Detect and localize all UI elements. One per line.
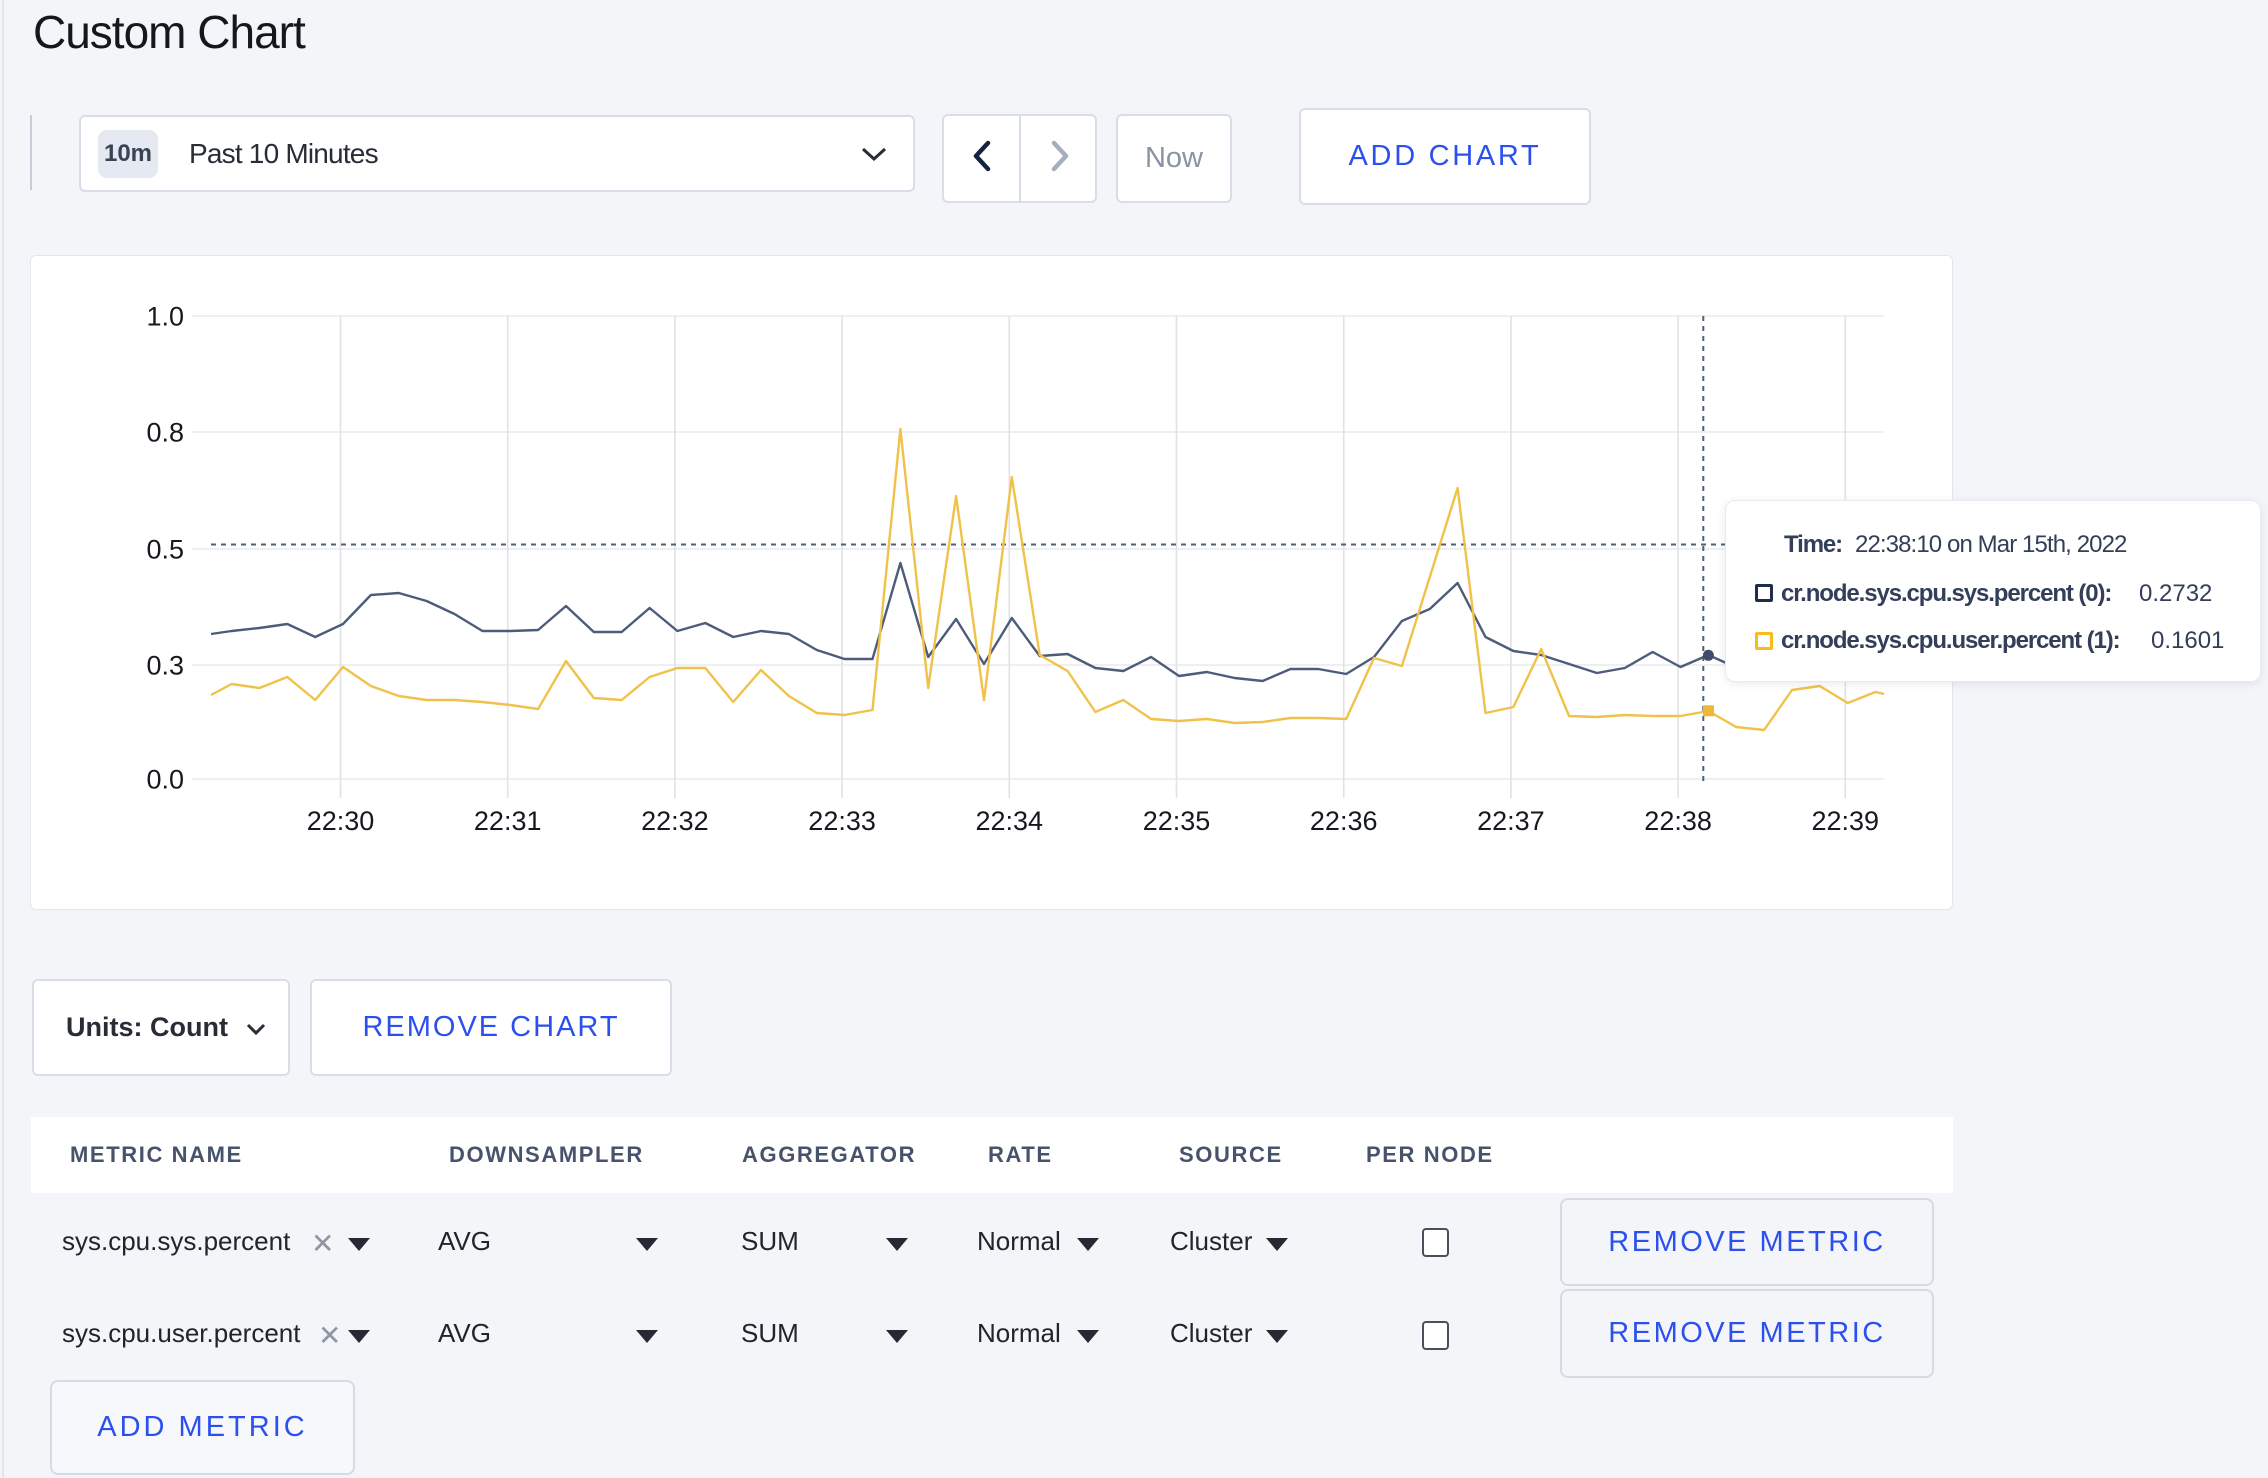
svg-text:0.5: 0.5: [146, 535, 184, 565]
svg-text:0.0: 0.0: [146, 765, 184, 795]
svg-text:22:35: 22:35: [1143, 806, 1211, 836]
svg-text:22:38: 22:38: [1644, 806, 1712, 836]
svg-text:22:36: 22:36: [1310, 806, 1378, 836]
svg-text:22:34: 22:34: [976, 806, 1044, 836]
svg-text:22:33: 22:33: [808, 806, 876, 836]
svg-text:1.0: 1.0: [146, 302, 184, 332]
svg-text:0.3: 0.3: [146, 651, 184, 681]
svg-text:22:39: 22:39: [1812, 806, 1880, 836]
svg-text:22:37: 22:37: [1477, 806, 1545, 836]
svg-text:22:30: 22:30: [307, 806, 375, 836]
svg-text:22:31: 22:31: [474, 806, 542, 836]
svg-text:0.8: 0.8: [146, 418, 184, 448]
svg-text:22:32: 22:32: [641, 806, 709, 836]
